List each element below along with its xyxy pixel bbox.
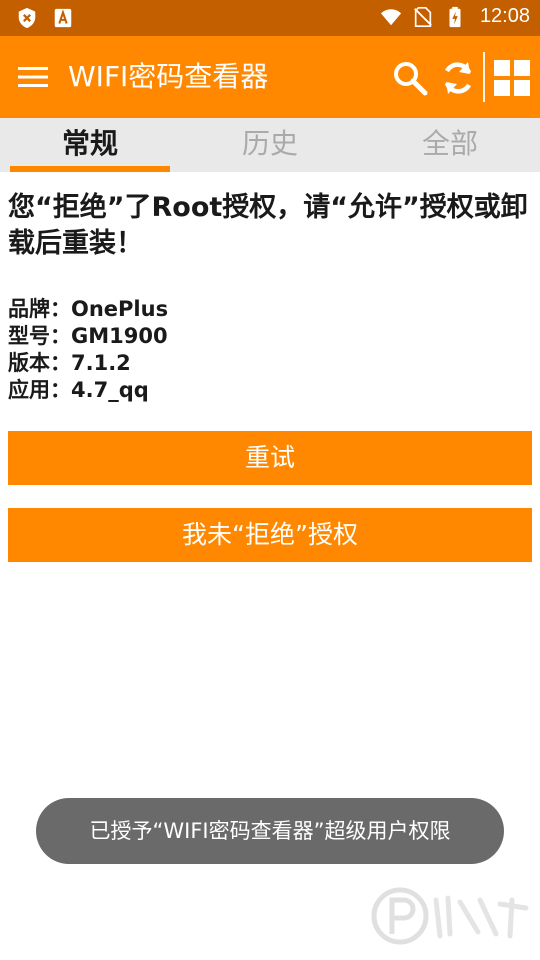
status-left-icons — [16, 7, 74, 29]
status-bar: 12:08 — [0, 0, 540, 36]
tab-general[interactable]: 常规 — [0, 118, 180, 172]
tab-history[interactable]: 历史 — [180, 118, 360, 172]
grid-icon[interactable] — [492, 58, 532, 98]
retry-button[interactable]: 重试 — [8, 431, 532, 485]
root-denied-message: 您“拒绝”了Root授权，请“允许”授权或卸载后重装！ — [8, 192, 528, 259]
info-key: 版本： — [8, 351, 71, 375]
no-sim-icon — [414, 6, 432, 27]
close-shield-icon — [18, 7, 36, 29]
wifi-icon — [380, 8, 402, 25]
app-title: WIFI密码查看器 — [68, 60, 269, 93]
font-a-icon — [54, 8, 72, 28]
tab-strip: 常规 历史 全部 — [0, 118, 540, 172]
info-value: OnePlus — [71, 297, 169, 321]
info-key: 品牌： — [8, 297, 71, 321]
status-right-icons: 12:08 — [380, 5, 530, 28]
menu-icon[interactable] — [16, 62, 50, 92]
watermark-logo-icon — [371, 887, 529, 945]
info-row-brand: 品牌：OnePlus — [8, 296, 528, 323]
info-key: 型号： — [8, 324, 71, 348]
info-value: 7.1.2 — [71, 351, 131, 375]
toast-message: 已授予“WIFI密码查看器”超级用户权限 — [36, 798, 504, 864]
status-clock: 12:08 — [479, 5, 530, 27]
app-bar: WIFI密码查看器 — [0, 36, 540, 118]
device-info: 品牌：OnePlus 型号：GM1900 版本：7.1.2 应用：4.7_qq — [8, 296, 528, 404]
search-icon[interactable] — [390, 58, 430, 98]
refresh-icon[interactable] — [438, 58, 478, 98]
info-row-version: 版本：7.1.2 — [8, 350, 528, 377]
info-row-app: 应用：4.7_qq — [8, 377, 528, 404]
app-bar-divider — [483, 52, 485, 102]
info-row-model: 型号：GM1900 — [8, 323, 528, 350]
not-denied-button[interactable]: 我未“拒绝”授权 — [8, 508, 532, 562]
info-value: GM1900 — [71, 324, 168, 348]
info-value: 4.7_qq — [71, 378, 149, 402]
battery-charging-icon — [449, 6, 461, 27]
tab-all[interactable]: 全部 — [360, 118, 540, 172]
info-key: 应用： — [8, 378, 71, 402]
active-tab-indicator — [10, 166, 170, 172]
